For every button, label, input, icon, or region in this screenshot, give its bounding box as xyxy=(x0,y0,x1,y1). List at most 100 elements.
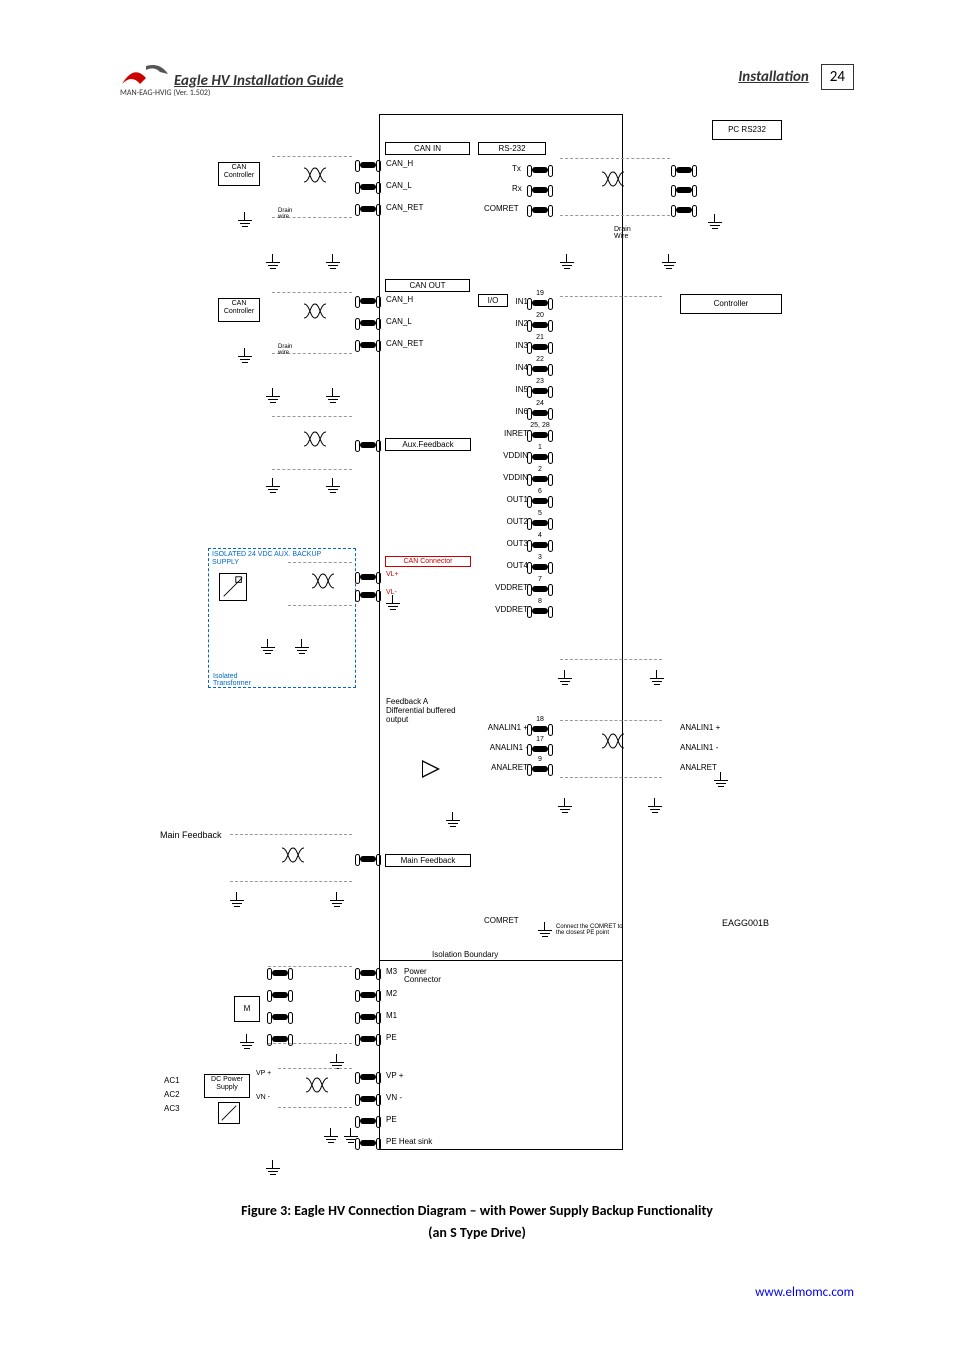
twisted-pair-icon xyxy=(306,1076,328,1094)
pin-number: 1 xyxy=(530,444,550,451)
can-controller-2: CAN Controller xyxy=(218,298,260,322)
io-pin xyxy=(532,322,548,328)
rx-label: Rx xyxy=(512,184,522,193)
m1-label: M1 xyxy=(386,1011,397,1020)
drain-wire-label: Drain wire xyxy=(278,344,298,356)
can-l-in-label: CAN_L xyxy=(386,181,412,190)
comret2-label: COMRET xyxy=(484,916,519,925)
pin-pc-comret xyxy=(676,207,692,213)
pin-comret xyxy=(532,207,548,213)
m2-label: M2 xyxy=(386,989,397,998)
ac2-label: AC2 xyxy=(164,1090,180,1099)
power-connector-label: Power Connector xyxy=(404,968,454,984)
io-pin-label: IN3 xyxy=(492,341,528,350)
ground-icon xyxy=(266,486,280,500)
main-feedback-label: Main Feedback xyxy=(385,854,471,867)
feedback-a-label: Feedback A Differential buffered output xyxy=(386,698,464,724)
rs232-label: RS-232 xyxy=(478,142,546,155)
pin-number: 4 xyxy=(530,532,550,539)
ground-icon xyxy=(650,678,664,692)
ac3-label: AC3 xyxy=(164,1104,180,1113)
io-pin xyxy=(532,564,548,570)
pe1-label: PE xyxy=(386,1033,397,1042)
io-pin-label: IN4 xyxy=(492,363,528,372)
ac1-label: AC1 xyxy=(164,1076,180,1085)
comret-note: Connect the COMRET to the closest PE poi… xyxy=(556,924,626,936)
pin-vl-plus xyxy=(360,574,376,580)
twisted-pair-icon xyxy=(282,846,304,864)
ground-icon xyxy=(330,900,344,914)
ground-icon xyxy=(266,262,280,276)
pin-pe1 xyxy=(360,1036,376,1042)
cable-io xyxy=(560,296,662,660)
pin-m3 xyxy=(360,970,376,976)
anal-pin-label: ANALRET xyxy=(474,763,528,772)
io-pin-label: OUT1 xyxy=(492,495,528,504)
can-h-out-label: CAN_H xyxy=(386,295,413,304)
ground-icon xyxy=(558,678,572,692)
vn-minus-label: VN - xyxy=(386,1093,402,1102)
can-ret-out-label: CAN_RET xyxy=(386,339,423,348)
pin-can-ret-out xyxy=(360,342,376,348)
ground-icon xyxy=(714,780,728,794)
io-pin xyxy=(532,586,548,592)
ground-icon xyxy=(386,603,400,617)
pin-number: 22 xyxy=(530,356,550,363)
anal-pin xyxy=(532,746,548,752)
ground-icon xyxy=(326,396,340,410)
header-left: Eagle HV Installation Guide xyxy=(120,62,343,90)
can-connector-label: CAN Connector xyxy=(385,556,471,567)
pe-heatsink-label: PE Heat sink xyxy=(386,1137,432,1146)
ground-icon xyxy=(708,222,722,236)
pin-number: 6 xyxy=(530,488,550,495)
pin-m2-ext xyxy=(272,992,288,998)
io-pin xyxy=(532,520,548,526)
io-pin xyxy=(532,388,548,394)
version-string: MAN-EAG-HVIG (Ver. 1.502) xyxy=(120,88,210,98)
pin-number: 17 xyxy=(530,736,550,743)
isolation-boundary-line xyxy=(379,960,623,961)
page-header: Eagle HV Installation Guide Installation… xyxy=(120,62,854,90)
can-in-label: CAN IN xyxy=(385,142,470,155)
io-pin-label: OUT4 xyxy=(492,561,528,570)
io-pin-label: OUT3 xyxy=(492,539,528,548)
controller-box: Controller xyxy=(680,294,782,314)
anal-pin xyxy=(532,726,548,732)
io-pin-label: IN6 xyxy=(492,407,528,416)
drain-wire-label: Drain wire xyxy=(278,208,298,220)
ground-icon xyxy=(560,262,574,276)
io-pin-label: VDDRET xyxy=(492,605,528,614)
pin-pc-rx xyxy=(676,187,692,193)
io-pin xyxy=(532,366,548,372)
vl-plus-label: VL+ xyxy=(386,571,399,578)
pin-pc-tx xyxy=(676,167,692,173)
io-pin xyxy=(532,432,548,438)
io-pin xyxy=(532,476,548,482)
pin-pe-hs xyxy=(360,1140,376,1146)
caption-line-2: (an S Type Drive) xyxy=(0,1222,954,1244)
ground-icon xyxy=(446,820,460,834)
pin-number: 2 xyxy=(530,466,550,473)
io-pin-label: IN2 xyxy=(492,319,528,328)
isolation-boundary-text: Isolation Boundary xyxy=(430,950,500,959)
pin-number: 8 xyxy=(530,598,550,605)
pin-number: 7 xyxy=(530,576,550,583)
can-ret-in-label: CAN_RET xyxy=(386,203,423,212)
twisted-pair-icon xyxy=(312,572,334,590)
ground-icon xyxy=(230,900,244,914)
io-pin xyxy=(532,542,548,548)
pin-can-h-in xyxy=(360,162,376,168)
ground-icon xyxy=(238,356,252,370)
ground-icon xyxy=(240,1042,254,1056)
pin-aux-feedback xyxy=(360,442,376,448)
pin-vl-minus xyxy=(360,592,376,598)
anal-pin xyxy=(532,766,548,772)
pin-number: 19 xyxy=(530,290,550,297)
motor-box: M xyxy=(234,996,260,1022)
ground-icon xyxy=(324,1136,338,1150)
io-pin-label: VDDIN xyxy=(492,473,528,482)
can-h-in-label: CAN_H xyxy=(386,159,413,168)
dc-power-box: DC Power Supply xyxy=(204,1074,250,1098)
pin-can-h-out xyxy=(360,298,376,304)
io-pin-label: IN5 xyxy=(492,385,528,394)
